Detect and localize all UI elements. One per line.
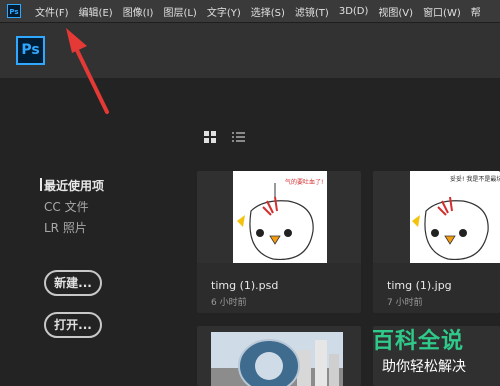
watermark-subtitle: 助你轻松解决 xyxy=(382,359,466,375)
menu-help[interactable]: 帮 xyxy=(471,4,481,19)
menu-image[interactable]: 图像(I) xyxy=(123,4,154,19)
file-name: timg (1).jpg xyxy=(387,279,452,292)
menu-window[interactable]: 窗口(W) xyxy=(423,4,461,19)
thumbnail-caption: 妥妥! 我是不是最坑了? xyxy=(450,175,500,183)
photoshop-app-icon[interactable]: Ps xyxy=(7,4,21,18)
menu-bar: Ps 文件(F) 编辑(E) 图像(I) 图层(L) 文字(Y) 选择(S) 滤… xyxy=(0,0,500,23)
red-arrow-annotation xyxy=(66,28,109,114)
menu-edit[interactable]: 编辑(E) xyxy=(79,4,113,19)
new-button[interactable]: 新建... xyxy=(44,270,102,296)
open-button[interactable]: 打开... xyxy=(44,312,102,338)
baike-watermark: 百科全说 助你轻松解决 xyxy=(362,319,500,386)
watermark-title: 百科全说 xyxy=(372,329,465,354)
thumbnail-caption: 气的要吐血了! xyxy=(285,178,323,186)
sidebar-item-recent[interactable]: 最近使用项 xyxy=(39,177,104,194)
menu-select[interactable]: 选择(S) xyxy=(251,4,285,19)
menu-file[interactable]: 文件(F) xyxy=(35,4,69,19)
grid-icon[interactable] xyxy=(204,131,216,143)
menu-filter[interactable]: 滤镜(T) xyxy=(295,4,329,19)
menu-type[interactable]: 文字(Y) xyxy=(207,4,241,19)
file-thumbnail: 气的要吐血了! xyxy=(233,171,327,263)
file-name: timg (1).psd xyxy=(211,279,279,292)
file-thumbnail: 妥妥! 我是不是最坑了? xyxy=(410,171,500,263)
menu-3d[interactable]: 3D(D) xyxy=(339,6,369,17)
menu-view[interactable]: 视图(V) xyxy=(378,4,413,19)
recent-file-card[interactable]: 妥妥! 我是不是最坑了? timg (1).jpg 7 小时前 xyxy=(373,171,500,313)
file-modified-time: 7 小时前 xyxy=(387,298,423,308)
photoshop-logo: Ps xyxy=(16,36,45,65)
list-icon[interactable] xyxy=(232,131,245,143)
menu-layer[interactable]: 图层(L) xyxy=(163,4,196,19)
recent-file-card[interactable]: 气的要吐血了! timg (1).psd 6 小时前 xyxy=(197,171,361,313)
file-modified-time: 6 小时前 xyxy=(211,298,247,308)
sidebar-item-cc-files[interactable]: CC 文件 xyxy=(44,198,89,215)
recent-file-card[interactable] xyxy=(197,326,361,386)
sidebar-item-lr-photos[interactable]: LR 照片 xyxy=(44,219,87,236)
file-thumbnail xyxy=(211,332,343,386)
